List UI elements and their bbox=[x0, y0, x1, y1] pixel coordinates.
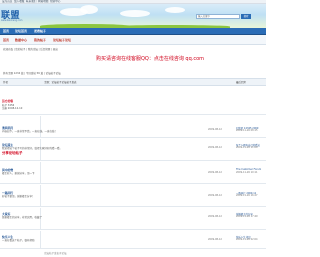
sub-nav: 首页 数据中心 我的帖子 论坛帖子论坛 bbox=[0, 35, 266, 45]
post-date: 2009-08-12 bbox=[208, 238, 222, 241]
thread-header-last-reply: 最后回复 bbox=[236, 81, 247, 84]
post-date: 2009-08-12 bbox=[208, 146, 222, 149]
post-text: 楼主好人，谢谢分享，顶一下 bbox=[2, 172, 35, 175]
last-reply-time: 2009-11-26 17:49 bbox=[236, 215, 258, 218]
search-button[interactable]: 搜索 bbox=[241, 14, 251, 19]
nav-item-home[interactable]: 首页 bbox=[3, 28, 9, 35]
last-reply-time: 2009-11-26 10:11 bbox=[236, 171, 258, 174]
list-item[interactable]: 大家好 感谢楼主的分享，非常实用，收藏了 2009-08-12 谢谢楼主的分享 … bbox=[0, 208, 266, 230]
list-item[interactable]: 风中的雪 楼主好人，谢谢分享，顶一下 2009-08-12 The Custom… bbox=[0, 162, 266, 184]
nav-item-forum[interactable]: 论坛首页 bbox=[15, 28, 27, 35]
thread-header-author: 作者 bbox=[3, 81, 9, 84]
last-reply-time: 2009-11-26 22:04 bbox=[236, 238, 258, 241]
thread-header-bar: 作者 主题：论坛帖子论坛帖子发表 最后回复 bbox=[0, 78, 266, 86]
list-item[interactable]: 一路同行 好帖子要顶，谢谢楼主分享！ 2009-08-12 一路同行 2009-… bbox=[0, 185, 266, 207]
search-input[interactable]: 输入关键字 bbox=[196, 14, 240, 19]
main-nav: 首页 论坛首页 发表帖子 bbox=[0, 28, 266, 35]
subnav-item-data[interactable]: 数据中心 bbox=[15, 38, 27, 42]
nav-item-post[interactable]: 发表帖子 bbox=[34, 28, 46, 35]
post-date: 2009-08-12 bbox=[208, 128, 222, 131]
site-logo-subtitle: www.lianmeng.com bbox=[1, 19, 23, 22]
post-date: 2009-08-12 bbox=[208, 215, 222, 218]
list-item[interactable]: 论坛版主 我觉得这个帖子写的非常好，值得大家好好的看一看。 分享论坛帖子 200… bbox=[0, 139, 266, 161]
last-reply-time: 2009-11-26 08:15 bbox=[236, 129, 258, 132]
post-share-label: 分享论坛帖子 bbox=[2, 151, 23, 155]
forum-stats-line: 共有主题 1234 篇 | 今日发帖 56 篇 | 论坛帖子论坛 bbox=[3, 72, 61, 75]
last-reply-time: 2009-11-26 11:09 bbox=[236, 146, 258, 149]
post-text: 感谢楼主的分享，非常实用，收藏了 bbox=[2, 216, 43, 219]
last-reply-time: 2009-11-26 16:27 bbox=[236, 194, 258, 197]
user-info-line: 欢迎光临 | 您的帖子 | 我的论坛 | 后台管理 | 退出 bbox=[3, 48, 58, 51]
list-item[interactable]: 快乐人生 一直在看这个帖子，很有帮助 2009-08-12 快乐人生 楼主 20… bbox=[0, 231, 266, 249]
footer-text: 论坛帖子发表于论坛 bbox=[44, 252, 67, 255]
subnav-item-forum[interactable]: 论坛帖子论坛 bbox=[53, 38, 71, 42]
post-text: 内容如下，一直非常不错，一直在线，一直在线！ bbox=[2, 130, 58, 133]
ad-banner[interactable]: 购买请咨询在线客服QQ：点击在线咨询 qq.com bbox=[60, 54, 240, 64]
first-post-meta-joined: 注册 2008-12-10 bbox=[2, 107, 23, 110]
thread-header-title: 主题：论坛帖子论坛帖子发表 bbox=[44, 81, 77, 84]
post-text: 一直在看这个帖子，很有帮助 bbox=[2, 239, 35, 242]
subnav-item-home[interactable]: 首页 bbox=[3, 38, 9, 42]
first-post: 远方的客 帖子 3456 注册 2008-12-10 bbox=[0, 87, 266, 115]
subnav-item-mine[interactable]: 我的帖子 bbox=[34, 38, 46, 42]
site-header: 联盟 www.lianmeng.com 输入关键字 搜索 bbox=[0, 4, 266, 28]
post-date: 2009-08-12 bbox=[208, 194, 222, 197]
list-item[interactable]: 清风明月 内容如下，一直非常不错，一直在线，一直在线！ 2009-08-12 回… bbox=[0, 116, 266, 138]
post-text: 好帖子要顶，谢谢楼主分享！ bbox=[2, 195, 35, 198]
post-date: 2009-08-12 bbox=[208, 171, 222, 174]
